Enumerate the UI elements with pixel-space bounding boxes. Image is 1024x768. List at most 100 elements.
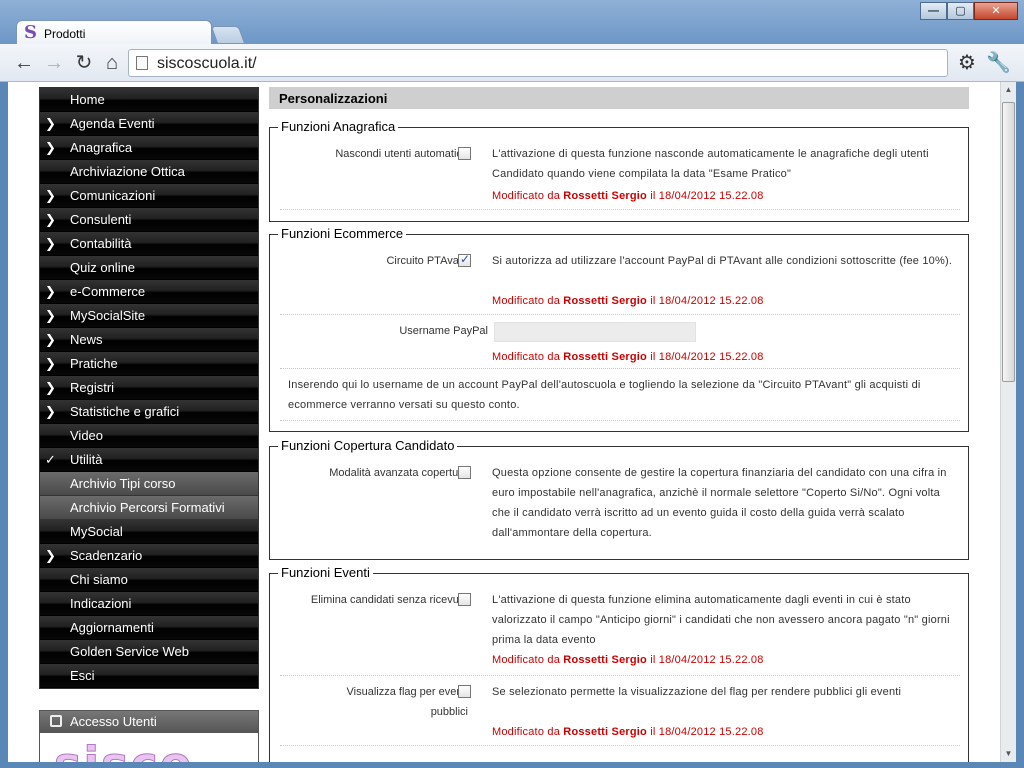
menu-item-label: Registri [70,380,115,395]
modified-info: Modificato da Rossetti Sergio il 18/04/2… [492,295,764,307]
menu-item-label: Agenda Eventi [70,116,155,131]
menu-item[interactable]: ❯ e-Commerce [40,280,258,304]
menu-item[interactable]: Archiviazione Ottica [40,160,258,184]
menu-item[interactable]: ❯ Comunicazioni [40,184,258,208]
tab-title: Prodotti [44,27,86,41]
menu-item[interactable]: Chi siamo [40,568,258,592]
menu-item-label: Pratiche [70,356,118,371]
setting-label: Circuito PTAvant [386,255,468,267]
setting-label: Visualizza flag per eventi pubblici [346,686,468,718]
forward-arrow-icon[interactable]: → [42,51,66,75]
close-button[interactable]: ✕ [974,2,1018,20]
menu-item-label: Archivio Percorsi Formativi [70,500,225,515]
menu-item[interactable]: ❯ Scadenzario [40,544,258,568]
menu-item[interactable]: Golden Service Web [40,640,258,664]
menu-item-label: e-Commerce [70,284,146,299]
delete-candidates-checkbox[interactable] [458,593,471,606]
scroll-thumb[interactable] [1002,102,1015,382]
menu-item-label: News [70,332,103,347]
wrench-icon[interactable]: 🔧 [986,51,1011,75]
section-eventi: Funzioni Eventi Elimina candidati senza … [269,565,969,762]
setting-label: Nascondi utenti automatico [335,148,468,160]
paypal-username-input[interactable] [494,322,696,342]
window-controls: — ▢ ✕ [920,2,1018,22]
menu-item[interactable]: Archivio Tipi corso [40,472,258,496]
setting-label: Modalità avanzata copertura [329,467,468,479]
circuito-ptavant-checkbox[interactable] [458,252,471,267]
page-title: Personalizzazioni [279,91,388,106]
section-legend: Funzioni Ecommerce [278,226,407,241]
address-text: siscoscuola.it/ [157,55,257,72]
menu-item[interactable]: ❯ Statistiche e grafici [40,400,258,424]
minimize-button[interactable]: — [920,2,947,20]
menu-item-label: Quiz online [70,260,136,275]
gear-icon[interactable]: ⚙ [955,51,979,75]
menu-item-label: Scadenzario [70,548,143,563]
address-bar[interactable]: siscoscuola.it/ [128,49,948,77]
menu-item[interactable]: ❯ MySocialSite [40,304,258,328]
setting-description: Si autorizza ad utilizzare l'account Pay… [492,255,953,267]
access-title: Accesso Utenti [70,714,157,729]
window-bottom-border [0,762,1024,768]
hide-users-checkbox[interactable] [458,147,471,160]
menu-item-label: Contabilità [70,236,132,251]
new-tab-button[interactable] [210,26,246,44]
setting-row: Circuito PTAvant Si autorizza ad utilizz… [280,251,960,315]
public-events-flag-checkbox[interactable] [458,685,471,698]
paypal-note: Inserendo qui lo username de un account … [288,379,921,411]
menu-item[interactable]: ✓ Utilità [40,448,258,472]
maximize-button[interactable]: ▢ [947,2,974,20]
scroll-down-icon[interactable]: ▼ [1001,746,1016,762]
modified-info: Modificato da Rossetti Sergio il 18/04/2… [492,654,764,666]
menu-item-label: Indicazioni [70,596,132,611]
main-menu: Home ❯ Agenda Eventi ❯ Anagrafica Archiviazio… [39,87,259,689]
scroll-up-icon[interactable]: ▲ [1001,82,1016,98]
menu-item[interactable]: Quiz online [40,256,258,280]
section-legend: Funzioni Anagrafica [278,119,399,134]
modified-info: Modificato da Rossetti Sergio il 18/04/2… [492,351,764,363]
menu-item[interactable]: Archivio Percorsi Formativi [40,496,258,520]
setting-description: Se selezionato permette la visualizzazio… [492,686,902,698]
chevron-right-icon: ❯ [45,308,56,323]
menu-item[interactable]: ❯ Registri [40,376,258,400]
page-icon [136,56,148,70]
menu-item[interactable]: Aggiornamenti [40,616,258,640]
browser-tab[interactable]: S Prodotti [16,20,212,46]
setting-description: Questa opzione consente de gestire la co… [492,467,947,539]
menu-item[interactable]: ❯ News [40,328,258,352]
modified-info: Modificato da Rossetti Sergio il 18/04/2… [492,190,764,202]
access-panel: Accesso Utenti sisco [39,710,259,762]
section-anagrafica: Funzioni Anagrafica Nascondi utenti auto… [269,119,969,222]
menu-item-label: Consulenti [70,212,132,227]
menu-item-label: Utilità [70,452,103,467]
menu-item[interactable]: ❯ Anagrafica [40,136,258,160]
menu-item-label: MySocialSite [70,308,146,323]
back-arrow-icon[interactable]: ← [12,51,36,75]
home-icon[interactable]: ⌂ [100,51,124,75]
modified-info: Modificato da Rossetti Sergio il 18/04/2… [492,726,764,738]
menu-item[interactable]: Home [40,88,258,112]
menu-item[interactable]: MySocial [40,520,258,544]
menu-item[interactable]: ❯ Agenda Eventi [40,112,258,136]
menu-item-label: MySocial [70,524,123,539]
setting-description: L'attivazione di questa funzione nascond… [492,148,929,180]
setting-row: Visualizza flag per eventi pubblici Se s… [280,680,960,746]
chevron-down-icon: ✓ [45,452,56,467]
chevron-right-icon: ❯ [45,404,56,419]
menu-item[interactable]: Esci [40,664,258,688]
chevron-right-icon: ❯ [45,236,56,251]
section-ecommerce: Funzioni Ecommerce Circuito PTAvant Si a… [269,226,969,432]
reload-icon[interactable]: ↻ [72,51,96,75]
page-header: Personalizzazioni [269,87,969,109]
vertical-scrollbar[interactable]: ▲ ▼ [1000,82,1016,762]
menu-item[interactable]: ❯ Contabilità [40,232,258,256]
menu-item[interactable]: ❯ Pratiche [40,352,258,376]
advanced-coverage-checkbox[interactable] [458,466,471,479]
setting-row: Inserendo qui lo username de un account … [280,373,960,421]
menu-item[interactable]: Video [40,424,258,448]
menu-item-label: Golden Service Web [70,644,189,659]
menu-item[interactable]: Indicazioni [40,592,258,616]
chevron-right-icon: ❯ [45,356,56,371]
menu-item[interactable]: ❯ Consulenti [40,208,258,232]
main-content: Personalizzazioni Funzioni Anagrafica Na… [268,82,970,762]
